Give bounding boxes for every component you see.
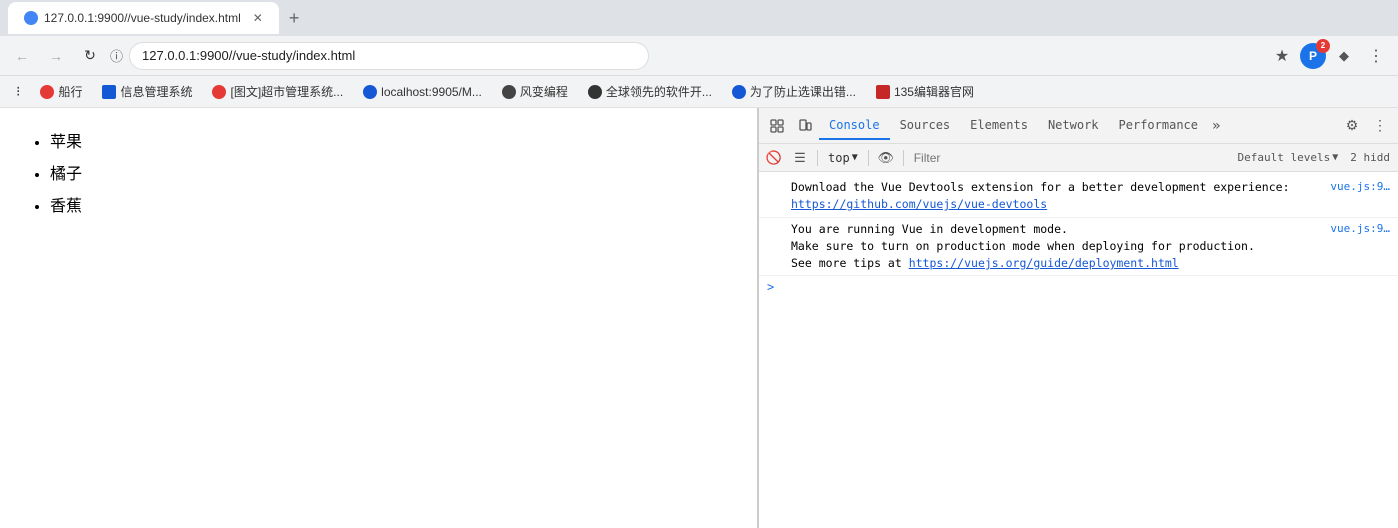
console-filter-input[interactable] bbox=[910, 148, 1230, 168]
console-toolbar: 🚫 ☰ top ▼ 👁 Default levels ▼ 2 hidd bbox=[759, 144, 1398, 172]
console-clear-btn[interactable]: 🚫 bbox=[763, 147, 785, 169]
page-content: 苹果 橘子 香蕉 bbox=[0, 108, 758, 528]
bm-favicon-4 bbox=[363, 85, 377, 99]
main-layout: 苹果 橘子 香蕉 Console bbox=[0, 108, 1398, 528]
console-output: Download the Vue Devtools extension for … bbox=[759, 172, 1398, 528]
address-right-icons: ★ P 2 ◆ ⋮ bbox=[1268, 42, 1390, 70]
tab-performance[interactable]: Performance bbox=[1109, 112, 1208, 140]
tab-title: 127.0.0.1:9900//vue-study/index.html bbox=[44, 11, 241, 25]
tab-close-icon[interactable]: ✕ bbox=[253, 11, 263, 25]
devtools-settings-icon[interactable]: ⚙ bbox=[1338, 112, 1366, 140]
console-msg-content-2: You are running Vue in development mode.… bbox=[791, 221, 1322, 273]
bookmark-localhost[interactable]: localhost:9905/M... bbox=[355, 82, 490, 102]
devtools-more-tabs-icon[interactable]: » bbox=[1208, 118, 1224, 134]
hidden-count-label: 2 hidd bbox=[1346, 151, 1394, 164]
menu-icon[interactable]: ⋮ bbox=[1362, 42, 1390, 70]
bookmark-label-5: 风变编程 bbox=[520, 83, 568, 100]
bookmark-label-6: 全球领先的软件开... bbox=[606, 83, 712, 100]
console-text-1a: Download the Vue Devtools extension for … bbox=[791, 180, 1290, 194]
bookmark-label-7: 为了防止选课出错... bbox=[750, 83, 856, 100]
console-source-1[interactable]: vue.js:9… bbox=[1330, 179, 1390, 196]
back-button[interactable]: ← bbox=[8, 42, 36, 70]
tab-bar: 127.0.0.1:9900//vue-study/index.html ✕ + bbox=[0, 0, 1398, 36]
bookmark-label-8: 135编辑器官网 bbox=[894, 83, 974, 100]
toolbar-divider-2 bbox=[868, 150, 869, 166]
bm-favicon-1 bbox=[40, 85, 54, 99]
context-selector[interactable]: top ▼ bbox=[824, 149, 862, 167]
bookmark-apps[interactable]: ⁝ bbox=[8, 80, 28, 103]
levels-dropdown[interactable]: Default levels ▼ bbox=[1234, 149, 1343, 166]
toolbar-divider-3 bbox=[903, 150, 904, 166]
tab-elements[interactable]: Elements bbox=[960, 112, 1038, 140]
chevron-down-icon: ▼ bbox=[852, 152, 858, 163]
console-message-1: Download the Vue Devtools extension for … bbox=[759, 176, 1398, 218]
levels-chevron-icon: ▼ bbox=[1332, 152, 1338, 163]
console-link-2[interactable]: https://vuejs.org/guide/deployment.html bbox=[909, 256, 1179, 270]
tab-network[interactable]: Network bbox=[1038, 112, 1109, 140]
bm-favicon-2 bbox=[102, 85, 116, 99]
console-message-2: You are running Vue in development mode.… bbox=[759, 218, 1398, 277]
bookmark-label-3: [图文]超市管理系统... bbox=[230, 83, 343, 100]
bookmark-star-icon[interactable]: ★ bbox=[1268, 42, 1296, 70]
list-item-orange: 橘子 bbox=[50, 160, 737, 184]
bookmark-label-1: 船行 bbox=[58, 83, 82, 100]
bm-favicon-5 bbox=[502, 85, 516, 99]
browser-chrome: 127.0.0.1:9900//vue-study/index.html ✕ +… bbox=[0, 0, 1398, 108]
toolbar-divider-1 bbox=[817, 150, 818, 166]
address-bar: ← → ↻ ⓘ ★ P 2 ◆ ⋮ bbox=[0, 36, 1398, 76]
devtools-inspect-btn[interactable] bbox=[763, 112, 791, 140]
fruit-list: 苹果 橘子 香蕉 bbox=[20, 128, 737, 216]
bookmark-label-2: 信息管理系统 bbox=[120, 83, 192, 100]
tab-console[interactable]: Console bbox=[819, 112, 890, 140]
bookmark-chuanghang[interactable]: 船行 bbox=[32, 80, 90, 103]
console-source-2[interactable]: vue.js:9… bbox=[1330, 221, 1390, 238]
profile-initial: P bbox=[1309, 49, 1317, 63]
bookmark-course[interactable]: 为了防止选课出错... bbox=[724, 80, 864, 103]
bookmark-label-4: localhost:9905/M... bbox=[381, 85, 482, 99]
bookmark-fengbian[interactable]: 风变编程 bbox=[494, 80, 576, 103]
notification-badge: 2 bbox=[1316, 39, 1330, 53]
levels-label: Default levels bbox=[1238, 151, 1331, 164]
console-filter-btn[interactable]: ☰ bbox=[789, 147, 811, 169]
bm-favicon-8 bbox=[876, 85, 890, 99]
new-tab-btn[interactable]: + bbox=[283, 8, 306, 29]
tab-favicon bbox=[24, 11, 38, 25]
bm-favicon-3 bbox=[212, 85, 226, 99]
bm-favicon-7 bbox=[732, 85, 746, 99]
console-eye-btn[interactable]: 👁 bbox=[875, 147, 897, 169]
extension-icon[interactable]: ◆ bbox=[1330, 42, 1358, 70]
tab-sources[interactable]: Sources bbox=[890, 112, 961, 140]
bookmark-info-sys[interactable]: 信息管理系统 bbox=[94, 80, 200, 103]
bookmark-supermarket[interactable]: [图文]超市管理系统... bbox=[204, 80, 351, 103]
forward-button[interactable]: → bbox=[42, 42, 70, 70]
secure-icon: ⓘ bbox=[110, 46, 123, 65]
profile-avatar[interactable]: P 2 bbox=[1300, 43, 1326, 69]
bm-favicon-6 bbox=[588, 85, 602, 99]
reload-button[interactable]: ↻ bbox=[76, 42, 104, 70]
bookmarks-bar: ⁝ 船行 信息管理系统 [图文]超市管理系统... localhost:9905… bbox=[0, 76, 1398, 108]
context-label: top bbox=[828, 151, 850, 165]
list-item-apple: 苹果 bbox=[50, 128, 737, 152]
apps-icon: ⁝ bbox=[16, 83, 20, 100]
devtools-toolbar: Console Sources Elements Network Perform… bbox=[759, 108, 1398, 144]
address-input[interactable] bbox=[129, 42, 649, 70]
console-msg-content-1: Download the Vue Devtools extension for … bbox=[791, 179, 1322, 214]
bookmark-135[interactable]: 135编辑器官网 bbox=[868, 80, 982, 103]
active-tab[interactable]: 127.0.0.1:9900//vue-study/index.html ✕ bbox=[8, 2, 279, 34]
bookmark-github[interactable]: 全球领先的软件开... bbox=[580, 80, 720, 103]
devtools-device-btn[interactable] bbox=[791, 112, 819, 140]
list-item-banana: 香蕉 bbox=[50, 192, 737, 216]
devtools-more-icon[interactable]: ⋮ bbox=[1366, 112, 1394, 140]
prompt-arrow-icon: > bbox=[767, 280, 774, 294]
console-prompt[interactable]: > bbox=[759, 276, 1398, 298]
devtools-panel: Console Sources Elements Network Perform… bbox=[758, 108, 1398, 528]
console-link-1[interactable]: https://github.com/vuejs/vue-devtools bbox=[791, 197, 1047, 211]
